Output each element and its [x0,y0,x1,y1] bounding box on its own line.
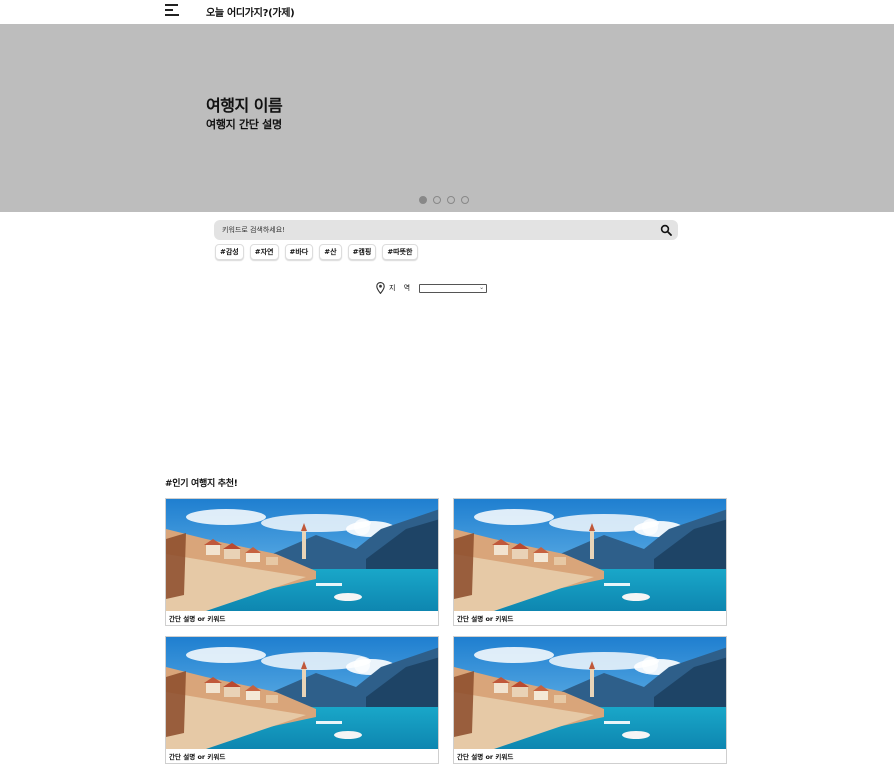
search-input[interactable] [222,223,642,237]
hamburger-menu-icon[interactable] [165,4,180,17]
popular-section-title: #인기 여행지 추천! [165,479,238,489]
region-select[interactable]: ⌄ [419,283,488,293]
destination-photo [454,499,726,611]
destination-card[interactable]: 간단 설명 or 키워드 [453,498,727,626]
carousel-dot-1[interactable] [419,196,427,204]
card-caption: 간단 설명 or 키워드 [169,615,226,623]
top-header: 오늘 어디가지?(가제) [0,0,894,24]
destination-card[interactable]: 간단 설명 or 키워드 [165,636,439,764]
tag-button[interactable]: #캠핑 [347,244,377,260]
tag-button[interactable]: #바다 [284,244,314,260]
chevron-down-icon: ⌄ [479,283,485,291]
carousel-dots [419,196,469,204]
card-caption: 간단 설명 or 키워드 [457,753,514,761]
destination-card[interactable]: 간단 설명 or 키워드 [165,498,439,626]
site-title[interactable]: 오늘 어디가지?(가제) [206,4,295,19]
destination-card[interactable]: 간단 설명 or 키워드 [453,636,727,764]
tag-button[interactable]: #감성 [215,244,244,260]
card-caption: 간단 설명 or 키워드 [169,753,226,761]
card-caption: 간단 설명 or 키워드 [457,615,514,623]
search-icon[interactable] [660,224,672,236]
hero-banner: 여행지 이름 여행지 간단 설명 [0,24,894,212]
keyword-tags: #감성 #자연 #바다 #산 #캠핑 #따뜻한 [215,244,418,260]
hero-description: 여행지 간단 설명 [206,118,282,131]
carousel-dot-4[interactable] [461,196,469,204]
tag-button[interactable]: #산 [319,244,342,260]
destination-photo [166,637,438,749]
search-bar [214,220,678,240]
region-label: 지 역 [389,284,414,292]
tag-button[interactable]: #따뜻한 [382,244,418,260]
tag-button[interactable]: #자연 [249,244,279,260]
destination-photo [454,637,726,749]
hero-title: 여행지 이름 [206,96,283,115]
carousel-dot-3[interactable] [447,196,455,204]
region-filter: 지 역 ⌄ [376,282,488,294]
destination-photo [166,499,438,611]
carousel-dot-2[interactable] [433,196,441,204]
map-pin-icon [376,282,385,294]
